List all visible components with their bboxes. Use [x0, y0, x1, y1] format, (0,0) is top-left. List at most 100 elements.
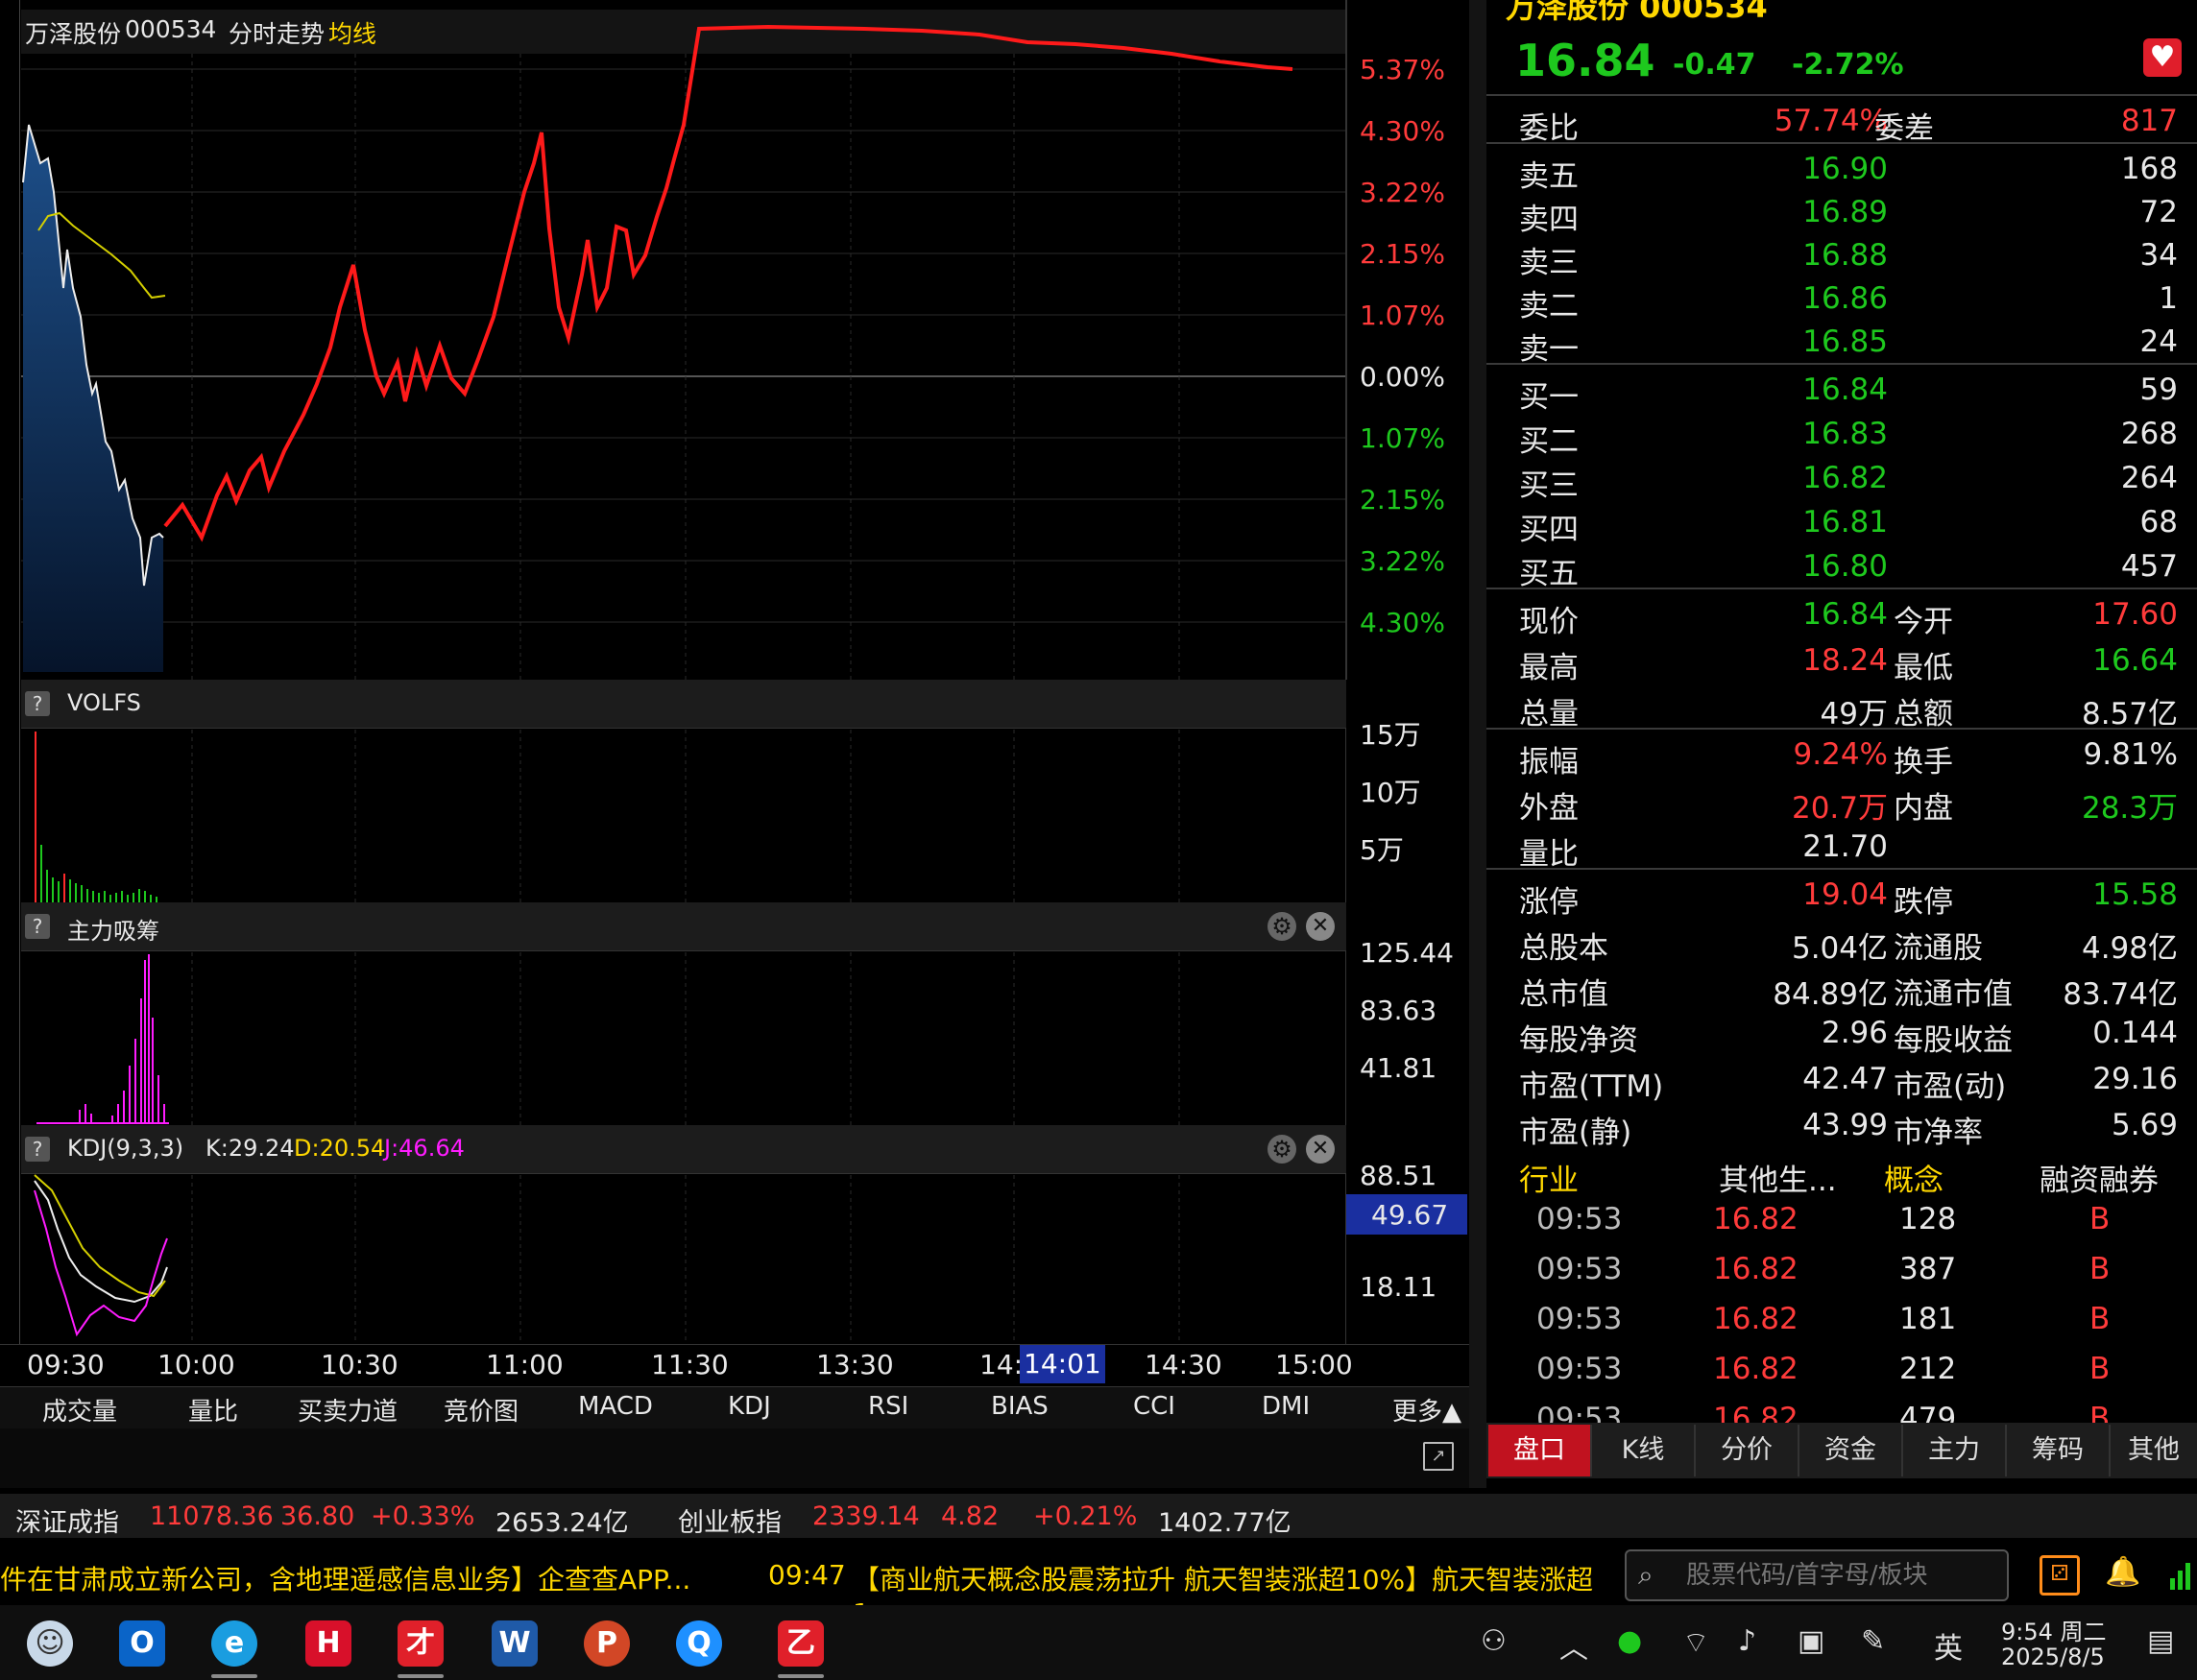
axis-tick: 3.22% [1360, 177, 1445, 208]
tab-price-dist[interactable]: 分价 [1696, 1425, 1799, 1476]
tab-dmi[interactable]: DMI [1262, 1392, 1310, 1421]
tab-more[interactable]: 更多▲ [1392, 1392, 1461, 1428]
stat-label: 市净率 [1894, 1116, 1983, 1150]
security-icon[interactable]: ● [1617, 1624, 1642, 1658]
divider [1486, 588, 2197, 589]
ask-label: 卖一 [1519, 332, 1579, 367]
stock-app-icon[interactable]: H [305, 1620, 351, 1667]
tab-macd[interactable]: MACD [578, 1392, 653, 1421]
tab-buy-sell-power[interactable]: 买卖力道 [298, 1392, 398, 1428]
stat-label: 外盘 [1519, 791, 1579, 826]
stat-label: 市盈(静) [1519, 1116, 1632, 1150]
stat-label: 内盘 [1894, 791, 1953, 826]
people-icon[interactable]: ⚇ [1481, 1624, 1507, 1658]
tab-auction[interactable]: 竞价图 [444, 1392, 519, 1428]
kdj-cursor-value: 49.67 [1346, 1194, 1467, 1235]
heart-icon[interactable]: ♥ [2143, 38, 2182, 77]
word-icon[interactable]: W [492, 1620, 538, 1667]
index-change: 36.80 [280, 1501, 355, 1531]
chevron-up-icon[interactable]: ︿ [1559, 1624, 1588, 1667]
stat-label: 总市值 [1519, 977, 1608, 1012]
help-icon[interactable]: ? [25, 1137, 50, 1162]
tab-chips[interactable]: 筹码 [2007, 1425, 2111, 1476]
export-icon[interactable]: ↗ [1423, 1442, 1454, 1471]
stat-row: 市盈(TTM) 42.47 市盈(动) 29.16 [1486, 1056, 2197, 1104]
avatar-app-icon[interactable]: ☺ [27, 1620, 73, 1667]
tick-volume: 128 [1899, 1202, 1957, 1236]
stat-row: 涨停 19.04 跌停 15.58 [1486, 872, 2197, 920]
stat-label: 现价 [1519, 605, 1579, 639]
tab-kdj[interactable]: KDJ [728, 1392, 771, 1421]
tab-kline[interactable]: K线 [1592, 1425, 1696, 1476]
calculator-icon[interactable]: ⚂ [2040, 1555, 2080, 1596]
tab-capital[interactable]: 资金 [1799, 1425, 1903, 1476]
time-tick: 09:30 [27, 1349, 105, 1380]
notification-icon[interactable]: ▤ [2147, 1624, 2174, 1658]
app-tray-icon[interactable]: ▣ [1798, 1624, 1824, 1658]
stat-label: 总股本 [1519, 931, 1608, 966]
tab-orderbook[interactable]: 盘口 [1488, 1425, 1592, 1476]
chat-app-icon[interactable]: Q [676, 1620, 722, 1667]
tab-volume[interactable]: 成交量 [42, 1392, 117, 1428]
chart-footer: ↗ [0, 1428, 1469, 1488]
speaker-icon[interactable]: ♪ [1738, 1624, 1756, 1658]
edge-icon[interactable]: e [211, 1620, 257, 1667]
stat-value: 0.144 [2092, 1016, 2178, 1050]
bid-volume: 457 [2120, 549, 2178, 584]
stat-row: 市盈(静) 43.99 市净率 5.69 [1486, 1102, 2197, 1150]
close-icon[interactable]: ✕ [1306, 1135, 1335, 1164]
pen-icon[interactable]: ✎ [1861, 1624, 1885, 1658]
stat-label: 每股净资 [1519, 1023, 1638, 1058]
tick-time: 09:53 [1536, 1252, 1623, 1286]
time-tick: 11:00 [486, 1349, 564, 1380]
ask-price: 16.85 [1802, 324, 1888, 359]
wifi-icon[interactable]: ⌔ [1682, 1624, 1709, 1661]
ask-volume: 72 [2139, 195, 2178, 229]
news-ticker[interactable]: 件在甘肃成立新公司，含地理遥感信息业务】企查查APP... 09:47 【商业航… [0, 1548, 1604, 1629]
close-icon[interactable]: ✕ [1306, 912, 1335, 941]
index-pct: +0.21% [1033, 1501, 1138, 1531]
clock-date[interactable]: 2025/8/5 [2001, 1644, 2105, 1670]
tab-cci[interactable]: CCI [1133, 1392, 1175, 1421]
stat-row: 最高 18.24 最低 16.64 [1486, 637, 2197, 685]
splitter[interactable] [1469, 0, 1486, 1488]
stat-label: 最低 [1894, 651, 1953, 685]
stat-label: 涨停 [1519, 885, 1579, 920]
bid-volume: 268 [2120, 417, 2178, 451]
tab-other[interactable]: 其他 [2111, 1425, 2197, 1476]
tab-rsi[interactable]: RSI [868, 1392, 908, 1421]
index-name[interactable]: 深证成指 [15, 1501, 119, 1539]
tab-bias[interactable]: BIAS [991, 1392, 1049, 1421]
axis-tick: 5.37% [1360, 54, 1445, 85]
clock-time[interactable]: 9:54 周二 [2001, 1613, 2107, 1646]
flow-pane-header: ? 主力吸筹 ⚙ ✕ [21, 902, 1346, 951]
stat-value: 83.74亿 [2063, 977, 2178, 1012]
index-name[interactable]: 创业板指 [678, 1501, 782, 1539]
tab-main-force[interactable]: 主力 [1903, 1425, 2007, 1476]
stock-search-box[interactable]: ⌕ [1625, 1549, 2009, 1601]
gear-icon[interactable]: ⚙ [1268, 1135, 1296, 1164]
search-input[interactable] [1684, 1557, 1995, 1594]
help-icon[interactable]: ? [25, 691, 50, 716]
stat-row: 量比 21.70 [1486, 824, 2197, 872]
help-icon[interactable]: ? [25, 914, 50, 939]
stat-label: 今开 [1894, 605, 1953, 639]
bid-volume: 59 [2139, 372, 2178, 407]
stat-value: 84.89亿 [1773, 977, 1888, 1012]
quote-change: -0.47 [1673, 48, 1756, 82]
axis-tick: 1.07% [1360, 300, 1445, 331]
gear-icon[interactable]: ⚙ [1268, 912, 1296, 941]
axis-tick: 0.00% [1360, 361, 1445, 393]
quote-price: 16.84 [1515, 35, 1655, 86]
ticker-text-left[interactable]: 件在甘肃成立新公司，含地理遥感信息业务】企查查APP... [0, 1559, 690, 1597]
stat-label: 总额 [1894, 697, 1953, 732]
stat-label: 最高 [1519, 651, 1579, 685]
bell-icon[interactable]: 🔔 [2105, 1555, 2140, 1589]
tab-volume-ratio[interactable]: 量比 [188, 1392, 238, 1428]
ime-indicator[interactable]: 英 [1934, 1624, 1963, 1667]
ask-volume: 1 [2159, 281, 2178, 316]
flush-app-icon[interactable]: 乙 [778, 1620, 824, 1667]
outlook-icon[interactable]: O [119, 1620, 165, 1667]
brush-app-icon[interactable]: 才 [398, 1620, 444, 1667]
powerpoint-icon[interactable]: P [584, 1620, 630, 1667]
